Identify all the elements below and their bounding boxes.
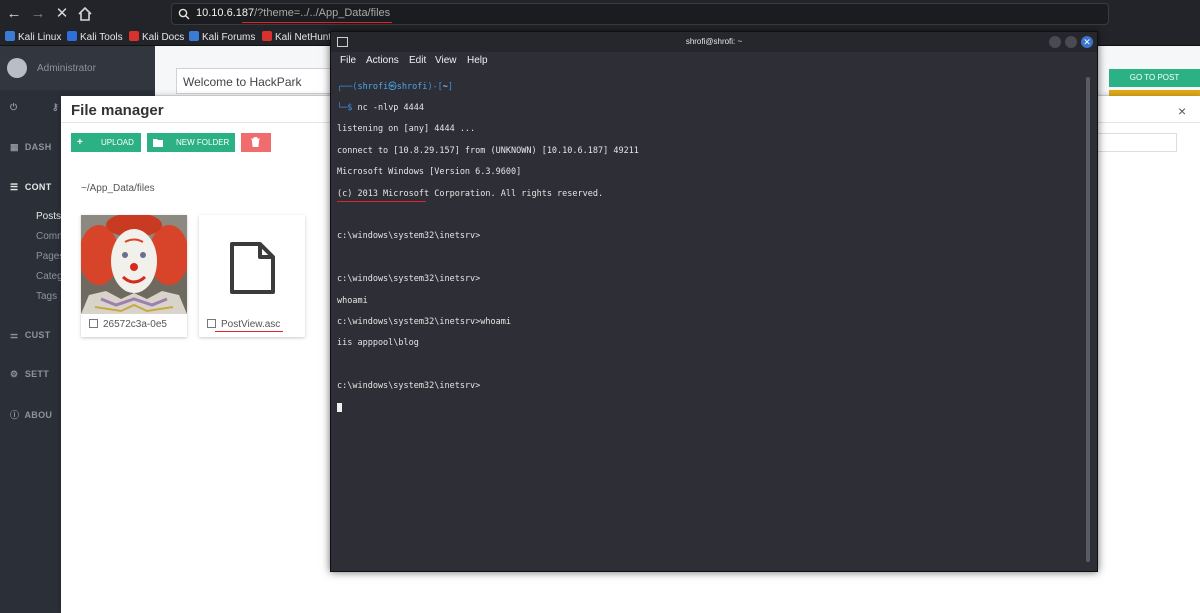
output-line: c:\windows\system32\inetsrv>whoami	[337, 317, 511, 327]
file-item[interactable]: 26572c3a-0e5	[81, 215, 187, 337]
terminal-cursor-line	[337, 402, 1087, 414]
gear-icon: ⚙	[10, 369, 19, 379]
list-icon: ☰	[10, 182, 19, 192]
info-icon: ⓘ	[10, 410, 20, 420]
output-line: Microsoft Windows [Version 6.3.9600]	[337, 167, 522, 178]
url-highlight-underline	[242, 22, 392, 23]
output-line: whoami	[337, 295, 368, 306]
terminal-title: shrofi@shrofi: ~	[685, 37, 743, 46]
key-icon[interactable]: ⚷	[52, 102, 59, 113]
sidebar-sub-categories[interactable]: Categ	[36, 271, 63, 282]
terminal-scrollbar[interactable]	[1086, 77, 1090, 562]
terminal-cursor	[337, 402, 342, 412]
menu-edit[interactable]: Edit	[409, 55, 426, 66]
sidebar-user: Administrator	[0, 46, 155, 90]
url-path: /?theme=../../App_Data/files	[254, 7, 391, 19]
sidebar-item-custom[interactable]: ⚌ CUST	[10, 330, 51, 341]
menu-view[interactable]: View	[435, 55, 457, 66]
output-line: c:\windows\system32\inetsrv>	[337, 231, 481, 242]
current-path: ~/App_Data/files	[81, 183, 155, 194]
command-line: └─$ nc -nlvp 4444	[337, 103, 425, 114]
url-text: 10.10.6.187/?theme=../../App_Data/files	[196, 7, 390, 19]
maximize-icon[interactable]	[1065, 36, 1077, 48]
file-name: PostView.asc	[207, 319, 280, 330]
user-name: Administrator	[37, 63, 96, 74]
url-host: 10.10.6.187	[196, 7, 255, 19]
folder-icon	[153, 138, 163, 147]
dashboard-icon: ▦	[10, 142, 19, 152]
bookmark-kali-linux[interactable]: Kali Linux	[5, 31, 61, 43]
file-name: 26572c3a-0e5	[89, 319, 167, 330]
terminal-output[interactable]: ┌──(shrofi㉿shrofi)-[~] └─$ nc -nlvp 4444…	[337, 71, 1087, 561]
upload-button[interactable]: + UPLOAD	[71, 133, 141, 152]
kali-forums-icon	[189, 31, 199, 41]
file-item[interactable]: PostView.asc	[199, 215, 305, 337]
bookmark-kali-nethunter[interactable]: Kali NetHunter	[262, 31, 340, 43]
kali-icon	[5, 31, 15, 41]
terminal-menu-bar: File Actions Edit View Help	[331, 52, 1097, 70]
output-line: c:\windows\system32\inetsrv>	[337, 274, 481, 285]
avatar	[7, 58, 27, 78]
terminal-titlebar[interactable]: shrofi@shrofi: ~ ✕	[331, 32, 1097, 52]
menu-file[interactable]: File	[340, 55, 356, 66]
back-arrow-icon[interactable]: ←	[4, 4, 24, 24]
clown-image-thumbnail	[81, 215, 187, 314]
bookmark-kali-tools[interactable]: Kali Tools	[67, 31, 123, 43]
trash-icon	[251, 137, 260, 147]
kali-docs-icon	[129, 31, 139, 41]
browser-toolbar: ← → ✕ 10.10.6.187/?theme=../../App_Data/…	[0, 0, 1200, 28]
nethunter-icon	[262, 31, 272, 41]
sidebar-item-about[interactable]: ⓘ ABOU	[10, 408, 52, 421]
sidebar-item-content[interactable]: ☰ CONT	[10, 182, 52, 193]
menu-actions[interactable]: Actions	[366, 55, 399, 66]
file-manager-title: File manager	[71, 102, 164, 119]
whoami-result: iis apppool\blog	[337, 338, 419, 349]
kali-tools-icon	[67, 31, 77, 41]
power-icon[interactable]: ⏻	[10, 102, 17, 113]
result-highlight-underline	[337, 201, 426, 202]
document-icon	[199, 215, 305, 314]
minimize-icon[interactable]	[1049, 36, 1061, 48]
plus-icon: +	[77, 137, 83, 148]
menu-help[interactable]: Help	[467, 55, 488, 66]
terminal-window: shrofi@shrofi: ~ ✕ File Actions Edit Vie…	[330, 31, 1098, 572]
sidebar-item-settings[interactable]: ⚙ SETT	[10, 369, 49, 380]
output-line: (c) 2013 Microsoft Corporation. All righ…	[337, 188, 604, 199]
go-to-post-button[interactable]: GO TO POST	[1109, 69, 1200, 87]
file-highlight-underline	[215, 331, 283, 332]
sidebar-sub-tags[interactable]: Tags	[36, 291, 57, 302]
delete-button[interactable]	[241, 133, 271, 152]
output-line: connect to [10.8.29.157] from (UNKNOWN) …	[337, 145, 639, 156]
sliders-icon: ⚌	[10, 330, 19, 340]
forward-arrow-icon[interactable]: →	[28, 4, 48, 24]
prompt-line: ┌──(shrofi㉿shrofi)-[~]	[337, 81, 454, 92]
close-icon[interactable]: ×	[1178, 103, 1186, 119]
file-checkbox[interactable]	[89, 319, 98, 328]
home-icon[interactable]	[75, 4, 95, 24]
output-line: listening on [any] 4444 ...	[337, 124, 476, 135]
file-checkbox[interactable]	[207, 319, 216, 328]
bookmark-kali-docs[interactable]: Kali Docs	[129, 31, 184, 43]
sidebar-item-dashboard[interactable]: ▦ DASH	[10, 142, 52, 153]
current-prompt: c:\windows\system32\inetsrv>	[337, 381, 481, 392]
new-folder-button[interactable]: NEW FOLDER	[147, 133, 235, 152]
sidebar-sub-posts[interactable]: Posts	[36, 211, 61, 222]
search-icon	[178, 8, 190, 20]
bookmark-kali-forums[interactable]: Kali Forums	[189, 31, 255, 43]
close-icon[interactable]: ✕	[1081, 36, 1093, 48]
stop-loading-icon[interactable]: ✕	[52, 4, 72, 24]
